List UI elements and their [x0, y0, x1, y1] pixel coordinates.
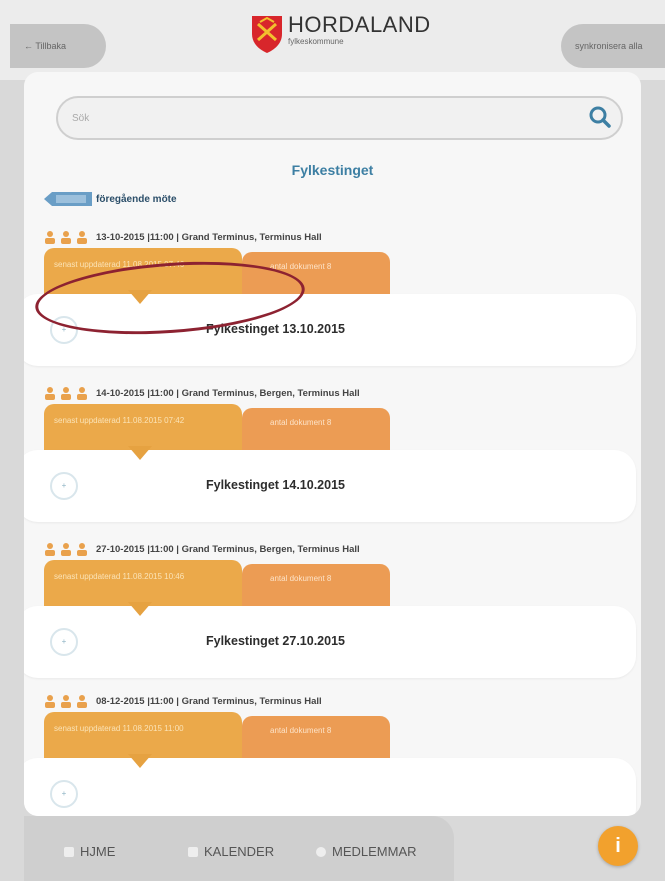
previous-meeting-label: föregående möte [96, 193, 177, 205]
participants-icon [45, 387, 87, 400]
tab-notch [128, 602, 152, 616]
meeting-item: 13-10-2015 |11:00 | Grand Terminus, Term… [24, 230, 641, 366]
logo-subtitle: fylkeskommune [288, 37, 344, 46]
meeting-card[interactable]: + [24, 758, 636, 816]
nav-calendar[interactable]: KALENDER [188, 844, 274, 859]
tab-notch [128, 446, 152, 460]
previous-arrow-icon [44, 192, 92, 206]
logo-title: HORDALAND [288, 12, 431, 37]
meeting-item: 08-12-2015 |11:00 | Grand Terminus, Term… [24, 694, 641, 816]
sync-all-button[interactable]: synkronisera alla [561, 24, 665, 68]
participants-icon [45, 231, 87, 244]
top-bar: ← Tillbaka HORDALAND fylkeskommune synkr… [0, 0, 665, 80]
expand-icon[interactable]: + [50, 472, 78, 500]
search-bar [56, 96, 623, 140]
meeting-item: 14-10-2015 |11:00 | Grand Terminus, Berg… [24, 386, 641, 522]
meeting-title: Fylkestinget 14.10.2015 [206, 478, 345, 492]
participants-icon [45, 695, 87, 708]
meeting-item: 27-10-2015 |11:00 | Grand Terminus, Berg… [24, 542, 641, 678]
info-icon[interactable]: i [598, 826, 638, 866]
nav-members-label: MEDLEMMAR [332, 844, 417, 859]
search-input[interactable] [72, 98, 552, 138]
page-title: Fylkestinget [291, 162, 374, 178]
meeting-meta: 27-10-2015 |11:00 | Grand Terminus, Berg… [96, 543, 360, 555]
main-panel: Fylkestinget föregående möte 13-10-2015 … [24, 72, 641, 816]
previous-meeting-link[interactable]: föregående möte [44, 192, 177, 206]
calendar-icon [188, 846, 198, 857]
nav-members[interactable]: MEDLEMMAR [316, 844, 417, 859]
nav-home-label: HJME [80, 844, 116, 859]
search-icon[interactable] [587, 104, 613, 130]
meeting-meta: 08-12-2015 |11:00 | Grand Terminus, Term… [96, 695, 322, 707]
logo: HORDALAND fylkeskommune [250, 14, 431, 54]
nav-home[interactable]: HJME [64, 844, 115, 859]
meeting-card[interactable]: + Fylkestinget 13.10.2015 [24, 294, 636, 366]
meeting-card[interactable]: + Fylkestinget 14.10.2015 [24, 450, 636, 522]
bottom-nav: HJME KALENDER MEDLEMMAR [24, 816, 454, 881]
meeting-meta: 14-10-2015 |11:00 | Grand Terminus, Berg… [96, 387, 360, 399]
meeting-card[interactable]: + Fylkestinget 27.10.2015 [24, 606, 636, 678]
tab-notch [128, 290, 152, 304]
meeting-title: Fylkestinget 27.10.2015 [206, 634, 345, 648]
back-button[interactable]: ← Tillbaka [10, 24, 106, 68]
members-icon [316, 846, 326, 857]
meeting-title: Fylkestinget 13.10.2015 [206, 322, 345, 336]
meeting-meta: 13-10-2015 |11:00 | Grand Terminus, Term… [96, 231, 322, 243]
expand-icon[interactable]: + [50, 628, 78, 656]
tab-notch [128, 754, 152, 768]
expand-icon[interactable]: + [50, 316, 78, 344]
participants-icon [45, 543, 87, 556]
nav-calendar-label: KALENDER [204, 844, 275, 859]
expand-icon[interactable]: + [50, 780, 78, 808]
home-icon [64, 846, 74, 857]
coat-of-arms-icon [252, 16, 282, 53]
